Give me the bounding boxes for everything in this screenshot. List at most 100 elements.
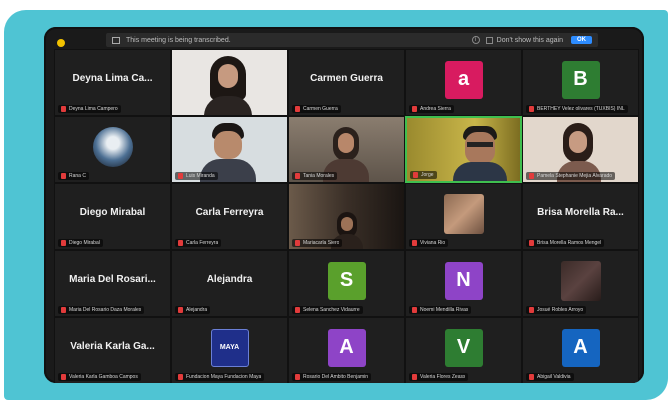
participant-label-text: Jorge (421, 172, 434, 178)
participant-tile[interactable]: Diego Mirabal Diego Mirabal (54, 183, 171, 250)
participant-name-label: Abigail Valdivia (526, 373, 574, 381)
video-shape (465, 132, 495, 164)
organization-logo: MAYA (210, 328, 249, 367)
participant-tile[interactable]: Brisa Morella Ra... Brisa Morella Ramos M… (522, 183, 639, 250)
muted-mic-icon (529, 307, 534, 313)
participant-tile[interactable]: Luis Miranda (171, 116, 288, 183)
participant-tile[interactable]: B BERTHEY Velez olivares (TUXBIS) INL (522, 49, 639, 116)
participant-tile[interactable]: Carla Ferreyra Carla Ferreyra (171, 183, 288, 250)
participant-tile[interactable]: Mariacarla Siero (288, 183, 405, 250)
participant-name-label: Josué Robles Arroyo (526, 306, 587, 314)
participant-tile[interactable]: Rana C (54, 116, 171, 183)
participant-name-label: Valeria Flores Zeass (409, 373, 469, 381)
participant-display-name: Diego Mirabal (79, 207, 146, 218)
video-shape (218, 64, 238, 88)
video-shape (341, 217, 353, 231)
participant-label-text: Josué Robles Arroyo (537, 307, 584, 313)
participant-tile[interactable]: Tania Morales (288, 116, 405, 183)
participant-tile[interactable]: Pamela Stephanie Mejia Alvarado (522, 116, 639, 183)
participant-label-text: Valeria Flores Zeass (420, 374, 466, 380)
muted-mic-icon (295, 173, 300, 179)
video-shape (467, 142, 493, 147)
participant-tile[interactable]: a Andrea Sierra (405, 49, 522, 116)
participant-name-label: Jorge (410, 171, 437, 179)
participant-name-label: Mariacarla Siero (292, 239, 343, 247)
participant-label-text: BERTHEY Velez olivares (TUXBIS) INL (537, 106, 625, 112)
transcription-notice-bar: This meeting is being transcribed. i Don… (106, 33, 598, 47)
zoom-gallery-window: This meeting is being transcribed. i Don… (44, 27, 644, 383)
profile-photo (560, 260, 601, 301)
video-shape (214, 131, 242, 159)
participant-tile[interactable]: V Valeria Flores Zeass (405, 317, 522, 383)
participant-tile[interactable]: Deyna Lima Ca... Deyna Lima Campero (54, 49, 171, 116)
muted-mic-icon (529, 374, 534, 380)
participant-tile[interactable]: A Rosario Del Ambito Benjamin (288, 317, 405, 383)
participant-label-text: Carla Ferreyra (186, 240, 219, 246)
participant-label-text: Tania Morales (303, 173, 335, 179)
participant-tile[interactable] (171, 49, 288, 116)
dont-show-checkbox[interactable] (485, 36, 493, 44)
participant-label-text: Mariacarla Siero (303, 240, 340, 246)
muted-mic-icon (529, 240, 534, 246)
participant-label-text: Rosario Del Ambito Benjamin (303, 374, 369, 380)
participant-avatar: N (444, 261, 483, 300)
muted-mic-icon (178, 307, 183, 313)
muted-mic-icon (529, 106, 534, 112)
muted-mic-icon (295, 374, 300, 380)
participant-name-label: Deyna Lima Campero (58, 105, 121, 113)
participant-avatar: S (327, 261, 366, 300)
participant-grid: Deyna Lima Ca... Deyna Lima Campero Carme… (54, 49, 639, 383)
participant-display-name: Deyna Lima Ca... (72, 73, 153, 84)
participant-avatar: A (327, 328, 366, 367)
participant-display-name: Carla Ferreyra (195, 207, 264, 218)
participant-name-label: Maria Del Rosario Daza Morales (58, 306, 145, 314)
participant-label-text: Andrea Sierra (420, 106, 451, 112)
participant-label-text: Rana C (69, 173, 86, 179)
video-shape (338, 133, 354, 153)
participant-tile[interactable]: S Selena Sanchez Vidaurre (288, 250, 405, 317)
participant-name-label: Valeria Karla Gamboa Campos (58, 373, 141, 381)
muted-mic-icon (295, 240, 300, 246)
participant-display-name: Brisa Morella Ra... (537, 207, 624, 218)
muted-mic-icon (413, 172, 418, 178)
participant-name-label: Rosario Del Ambito Benjamin (292, 373, 372, 381)
participant-tile[interactable]: Carmen Guerra Carmen Guerra (288, 49, 405, 116)
video-shape (453, 162, 507, 181)
participant-label-text: Selena Sanchez Vidaurre (303, 307, 360, 313)
participant-label-text: Brisa Morella Ramos Mengel (537, 240, 602, 246)
participant-tile[interactable]: MAYA Fundacion Maya Fundacion Maya (171, 317, 288, 383)
participant-name-label: Noemi Mendilla Rivas (409, 306, 472, 314)
muted-mic-icon (61, 374, 66, 380)
participant-name-label: Carla Ferreyra (175, 239, 222, 247)
participant-tile[interactable]: N Noemi Mendilla Rivas (405, 250, 522, 317)
muted-mic-icon (412, 106, 417, 112)
muted-mic-icon (295, 106, 300, 112)
participant-label-text: Fundacion Maya Fundacion Maya (186, 374, 262, 380)
participant-label-text: Carmen Guerra (303, 106, 338, 112)
participant-tile[interactable]: Viviana Rio (405, 183, 522, 250)
participant-tile[interactable]: A Abigail Valdivia (522, 317, 639, 383)
security-indicator-icon[interactable] (57, 39, 65, 47)
participant-tile[interactable]: Maria Del Rosari... Maria Del Rosario Daz… (54, 250, 171, 317)
muted-mic-icon (61, 307, 66, 313)
participant-label-text: Pamela Stephanie Mejia Alvarado (537, 173, 613, 179)
participant-tile[interactable]: Jorge (405, 116, 522, 183)
participant-tile[interactable]: Alejandra Alejandra (171, 250, 288, 317)
participant-name-label: Diego Mirabal (58, 239, 103, 247)
profile-photo (443, 193, 484, 234)
muted-mic-icon (178, 173, 183, 179)
participant-name-label: Viviana Rio (409, 239, 449, 247)
participant-label-text: Luis Miranda (186, 173, 215, 179)
participant-label-text: Abigail Valdivia (537, 374, 571, 380)
notice-text: This meeting is being transcribed. (126, 36, 231, 44)
participant-label-text: Diego Mirabal (69, 240, 100, 246)
muted-mic-icon (61, 106, 66, 112)
participant-name-label: Tania Morales (292, 172, 338, 180)
participant-tile[interactable]: Josué Robles Arroyo (522, 250, 639, 317)
muted-mic-icon (61, 240, 66, 246)
participant-avatar: B (561, 60, 600, 99)
info-icon[interactable]: i (471, 36, 480, 44)
ok-button[interactable]: OK (571, 36, 592, 44)
participant-tile[interactable]: Valeria Karla Ga... Valeria Karla Gamboa … (54, 317, 171, 383)
muted-mic-icon (178, 240, 183, 246)
